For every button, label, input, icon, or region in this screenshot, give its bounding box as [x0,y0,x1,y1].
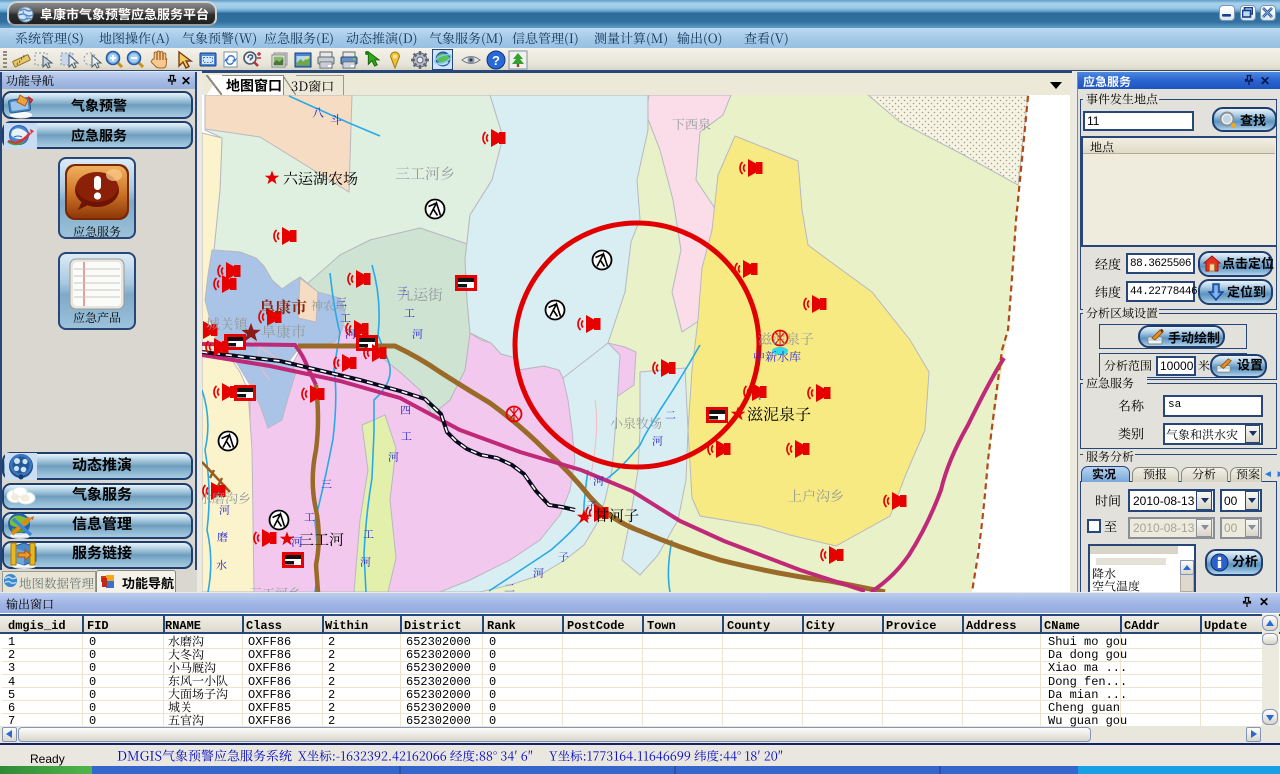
svg-text:?: ? [492,53,500,68]
